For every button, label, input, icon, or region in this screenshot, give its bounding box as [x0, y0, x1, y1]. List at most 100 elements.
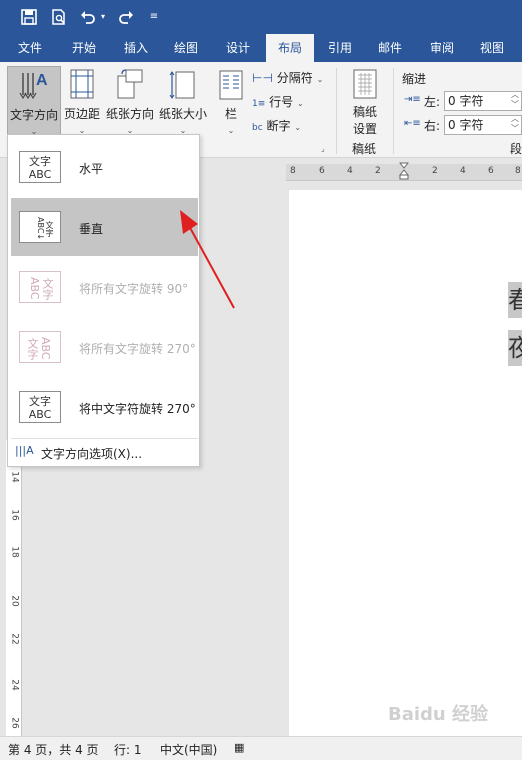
- spinner-icon[interactable]: ︿ ﹀: [511, 90, 519, 110]
- vertical-text-icon: 文字ABC↓: [19, 211, 61, 243]
- language-status[interactable]: 中文(中国): [160, 741, 217, 758]
- line-numbers-icon: 1≡: [252, 99, 266, 109]
- document-page[interactable]: [289, 190, 522, 736]
- ruler-number: 2: [432, 166, 438, 176]
- breaks-label: 分隔符: [276, 71, 313, 85]
- tab-insert[interactable]: 插入: [114, 34, 158, 62]
- redo-icon[interactable]: [116, 6, 136, 28]
- text-direction-options-item[interactable]: |||A 文字方向选项(X)...: [11, 441, 198, 465]
- menu-item-rotate-chinese-270[interactable]: 文字 ABC 将中文字符旋转 270°: [11, 378, 198, 436]
- indent-right-label: 右:: [424, 119, 441, 133]
- save-icon[interactable]: [18, 6, 40, 28]
- page-size-icon: [169, 71, 195, 99]
- ruler-number: 4: [347, 166, 353, 176]
- menu-item-rotate-270: 文字 ABC 将所有文字旋转 270°: [11, 318, 198, 376]
- ruler-number: 26: [9, 717, 20, 729]
- title-bar: ▾ ≡: [0, 0, 522, 34]
- vertical-ruler[interactable]: 14 16 18 20 22 24 26: [6, 440, 22, 736]
- text-direction-label: 文字方向: [9, 108, 58, 122]
- columns-button[interactable]: 栏 ⌄: [214, 66, 248, 136]
- text-direction-icon: A: [19, 72, 48, 100]
- columns-label: 栏: [224, 107, 237, 121]
- indent-title: 缩进: [402, 72, 427, 86]
- status-bar: 第 4 页，共 4 页 行: 1 中文(中国) ▦: [0, 736, 522, 760]
- dialog-launcher-icon[interactable]: ⌟: [321, 144, 331, 154]
- svg-text:A: A: [36, 72, 48, 89]
- ruler-number: 22: [9, 633, 20, 645]
- indent-left-icon: ⇥≡: [404, 94, 421, 105]
- tab-references[interactable]: 引用: [318, 34, 362, 62]
- chevron-down-icon: ⌄: [296, 99, 304, 108]
- indent-left-field[interactable]: 0 字符 ︿ ﹀: [444, 90, 522, 111]
- menu-item-label: 垂直: [79, 222, 104, 236]
- indent-right-field[interactable]: 0 字符 ︿ ﹀: [444, 114, 522, 135]
- margins-label: 页边距: [63, 107, 100, 121]
- document-text-char[interactable]: 春: [508, 282, 522, 318]
- size-label: 纸张大小: [158, 107, 207, 121]
- ruler-number: 16: [9, 509, 20, 521]
- undo-icon[interactable]: [78, 6, 98, 28]
- ruler-number: 24: [9, 679, 20, 691]
- line-numbers-label: 行号: [269, 95, 294, 109]
- tab-file[interactable]: 文件: [8, 34, 52, 62]
- tab-view[interactable]: 视图: [470, 34, 514, 62]
- indent-right-icon: ⇤≡: [404, 118, 421, 129]
- horizontal-ruler[interactable]: 8 6 4 2 2 4 6 8: [286, 162, 522, 181]
- ruler-number: 4: [460, 166, 466, 176]
- line-numbers-button[interactable]: 1≡ 行号 ⌄: [252, 93, 304, 111]
- indent-left-label: 左:: [424, 95, 441, 109]
- rotate-90-icon: 文字 ABC: [19, 271, 61, 303]
- layout-status-icon[interactable]: ▦: [234, 741, 244, 754]
- menu-item-label: 将所有文字旋转 270°: [79, 342, 196, 356]
- text-direction-options-label: 文字方向选项(X)...: [41, 447, 143, 461]
- indent-right-value: 0 字符: [448, 118, 484, 132]
- group-separator: [393, 68, 394, 154]
- ruler-number: 8: [290, 166, 296, 176]
- paper-setup-label-1: 稿纸: [352, 105, 377, 119]
- paper-setup-button[interactable]: 稿纸 设置: [342, 66, 388, 136]
- tab-mailings[interactable]: 邮件: [368, 34, 412, 62]
- group-separator: [336, 68, 337, 154]
- breaks-icon: ⊢⊣: [252, 71, 273, 85]
- tab-design[interactable]: 设计: [216, 34, 260, 62]
- customize-qat-icon[interactable]: ≡: [146, 6, 162, 28]
- hyphenation-label: 断字: [266, 119, 291, 133]
- group-paper-label: 稿纸: [352, 142, 377, 156]
- ruler-number: 20: [9, 595, 20, 607]
- manuscript-paper-icon: [353, 69, 377, 99]
- indent-marker-icon[interactable]: [398, 162, 410, 180]
- hyphenation-button[interactable]: bc 断字 ⌄: [252, 117, 301, 135]
- tab-layout[interactable]: 布局: [266, 34, 314, 62]
- orientation-button[interactable]: 纸张方向 ⌄: [104, 66, 156, 136]
- document-text-char[interactable]: 夜: [508, 330, 522, 366]
- tab-draw[interactable]: 绘图: [164, 34, 208, 62]
- tab-home[interactable]: 开始: [62, 34, 106, 62]
- annotation-arrow-icon: [180, 210, 235, 309]
- chevron-down-icon: ⌄: [316, 75, 324, 84]
- text-direction-options-icon: |||A: [15, 444, 34, 457]
- paper-setup-label-2: 设置: [352, 122, 377, 136]
- text-direction-button[interactable]: A 文字方向 ⌄: [7, 66, 61, 136]
- ruler-number: 8: [515, 166, 521, 176]
- spinner-icon[interactable]: ︿ ﹀: [511, 114, 519, 134]
- line-status[interactable]: 行: 1: [114, 741, 142, 758]
- ruler-number: 2: [375, 166, 381, 176]
- indent-left-value: 0 字符: [448, 94, 484, 108]
- ribbon-tabs: 文件 开始 插入 绘图 设计 布局 引用 邮件 审阅 视图: [0, 34, 522, 62]
- menu-item-label: 将中文字符旋转 270°: [79, 402, 196, 416]
- ruler-number: 14: [9, 471, 20, 483]
- breaks-button[interactable]: ⊢⊣ 分隔符 ⌄: [252, 69, 323, 87]
- menu-item-horizontal[interactable]: 文字 ABC 水平: [11, 138, 198, 196]
- tab-review[interactable]: 审阅: [420, 34, 464, 62]
- rotate-270-icon: 文字 ABC: [19, 331, 61, 363]
- page-count-status[interactable]: 第 4 页，共 4 页: [8, 741, 99, 758]
- chevron-down-icon: ⌄: [294, 123, 302, 132]
- size-button[interactable]: 纸张大小 ⌄: [157, 66, 209, 136]
- watermark: Baidu 经验: [388, 704, 489, 725]
- orientation-icon: [117, 69, 143, 99]
- undo-dropdown-icon[interactable]: ▾: [98, 6, 108, 28]
- print-preview-icon[interactable]: [48, 6, 70, 28]
- rotate-chinese-icon: 文字 ABC: [19, 391, 61, 423]
- margins-button[interactable]: 页边距 ⌄: [62, 66, 102, 136]
- ruler-number: 6: [488, 166, 494, 176]
